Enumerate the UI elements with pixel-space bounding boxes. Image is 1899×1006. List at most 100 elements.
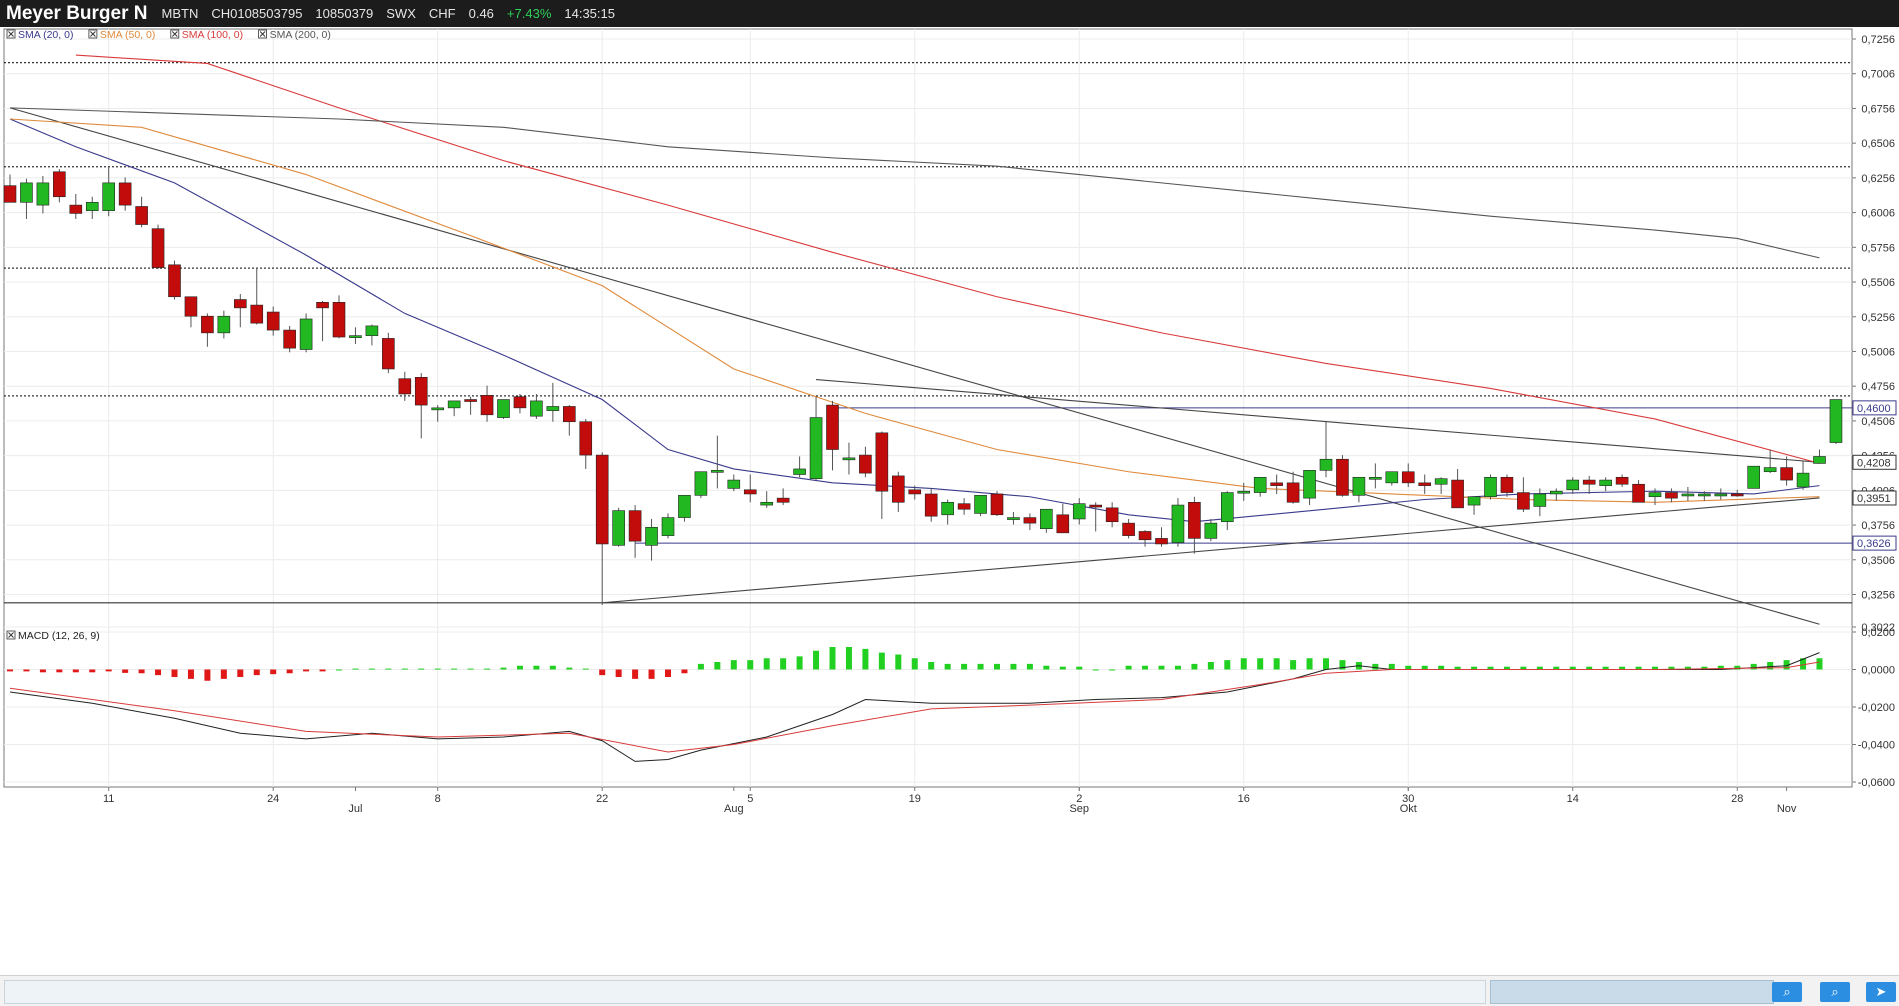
macd-histogram-bar: [171, 669, 178, 677]
macd-histogram-bar: [1438, 665, 1445, 670]
y-tick-label: 0,7256: [1861, 34, 1895, 46]
legend-label: SMA (50, 0): [100, 29, 155, 41]
y-tick-label: 0,5756: [1861, 242, 1895, 254]
macd-histogram-bar: [1323, 658, 1329, 670]
macd-histogram-bar: [533, 665, 540, 670]
macd-histogram-bar: [615, 669, 622, 677]
time-scroll-thumb[interactable]: [1490, 980, 1774, 1004]
macd-histogram-bar: [204, 669, 211, 681]
macd-histogram-bar: [1388, 663, 1395, 670]
price-marker-label: 0,4600: [1857, 403, 1891, 415]
y-tick-label: 0,7006: [1861, 69, 1895, 81]
candle-body: [776, 497, 790, 503]
isin-code: CH0108503795: [211, 6, 303, 21]
macd-histogram-bar: [352, 668, 359, 670]
macd-histogram-bar: [1240, 658, 1247, 670]
x-tick-label: Jul: [348, 803, 362, 815]
candle-body: [1401, 471, 1415, 484]
candle-body: [891, 475, 905, 503]
macd-histogram-bar: [1306, 658, 1313, 670]
x-tick-label: 24: [267, 793, 279, 805]
currency-code: CHF: [428, 6, 456, 21]
x-tick-label: Sep: [1069, 803, 1089, 815]
macd-tick-label: -0,0200: [1858, 702, 1895, 714]
macd-histogram-bar: [648, 669, 655, 679]
macd-histogram-bar: [829, 647, 836, 670]
candle-body: [1369, 476, 1382, 480]
candle-body: [743, 489, 757, 495]
candle-body: [645, 526, 658, 546]
zoom-out-icon[interactable]: ⌕: [1820, 982, 1850, 1002]
legend-label: SMA (200, 0): [270, 29, 331, 41]
candle-body: [628, 510, 642, 542]
candle-body: [135, 206, 148, 225]
macd-histogram-bar: [72, 669, 79, 673]
candle-body: [118, 182, 132, 206]
scroll-right-icon[interactable]: ➤: [1866, 982, 1896, 1002]
candle-body: [1418, 482, 1431, 486]
macd-histogram-bar: [155, 669, 162, 676]
candle-body: [990, 493, 1004, 516]
macd-histogram-bar: [1043, 665, 1050, 670]
candle-body: [365, 325, 379, 336]
ticker-symbol: MBTN: [161, 6, 199, 21]
macd-histogram-bar: [1076, 666, 1083, 670]
x-tick-label: 16: [1238, 793, 1250, 805]
candle-body: [1665, 492, 1678, 499]
y-tick-label: 0,5006: [1861, 346, 1895, 358]
x-tick-label: 22: [596, 793, 608, 805]
macd-histogram-bar: [911, 658, 918, 670]
candle-body: [250, 304, 264, 324]
macd-histogram-bar: [237, 669, 244, 677]
candle-body: [1434, 478, 1448, 485]
macd-histogram-bar: [319, 669, 326, 672]
candle-body: [1221, 492, 1234, 523]
candle-body: [826, 404, 839, 450]
candle-body: [1796, 472, 1810, 488]
macd-histogram-bar: [1405, 665, 1412, 670]
candle-body: [184, 296, 198, 317]
price-change: +7.43%: [506, 6, 552, 21]
candle-body: [201, 315, 214, 334]
candle-body: [168, 264, 181, 298]
candle-body: [859, 454, 872, 474]
candle-body: [266, 311, 280, 331]
security-title: Meyer Burger N: [6, 2, 148, 24]
candle-body: [1550, 490, 1563, 495]
candle-body: [957, 503, 971, 510]
candle-body: [595, 454, 609, 545]
candle-body: [1484, 476, 1497, 498]
candle-body: [349, 335, 362, 338]
macd-histogram-bar: [56, 669, 63, 673]
candle-body: [974, 495, 987, 514]
candle-body: [53, 171, 66, 198]
candle-body: [661, 517, 675, 536]
candle-body: [1763, 467, 1777, 473]
candle-body: [1632, 483, 1645, 503]
candle-body: [382, 338, 395, 370]
price-chart[interactable]: 0,7256 0,7006 0,6756 0,6506 0,6256 0,6006 0,57…: [0, 27, 1899, 975]
candle-body: [711, 470, 724, 473]
time-scroll-track[interactable]: [4, 980, 1486, 1004]
exchange-code: SWX: [386, 6, 416, 21]
zoom-in-icon[interactable]: ⌕: [1772, 982, 1802, 1002]
candle-body: [941, 501, 954, 516]
candle-body: [1615, 476, 1629, 485]
macd-histogram-bar: [665, 669, 671, 677]
macd-histogram-bar: [697, 663, 704, 670]
candle-body: [1105, 507, 1119, 523]
price-marker-label: 0,3626: [1857, 538, 1891, 550]
candle-body: [760, 501, 774, 506]
macd-histogram-bar: [303, 669, 310, 672]
macd-histogram-bar: [1273, 658, 1280, 670]
candle-body: [579, 421, 593, 456]
candle-body: [1385, 471, 1399, 484]
macd-histogram-bar: [187, 669, 194, 679]
y-tick-label: 0,3756: [1861, 520, 1895, 532]
candle-body: [299, 318, 313, 350]
candle-body: [447, 400, 461, 409]
candle-body: [1451, 479, 1464, 509]
macd-histogram-bar: [270, 669, 277, 675]
macd-histogram-bar: [1372, 663, 1379, 670]
macd-histogram-bar: [220, 669, 227, 679]
